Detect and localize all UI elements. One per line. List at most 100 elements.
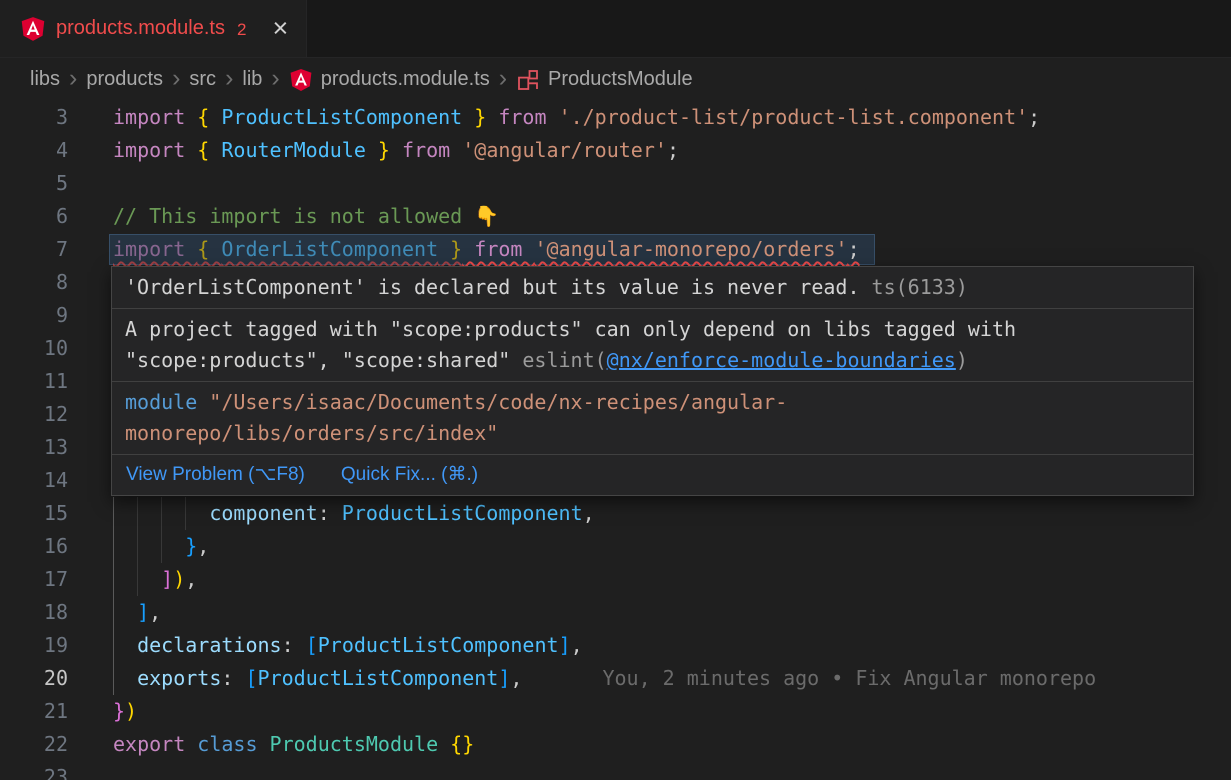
line-number[interactable]: 13 [0, 431, 68, 464]
token-id: ProductListComponent [342, 501, 583, 525]
token-pun: , [197, 534, 209, 558]
breadcrumb-item-products[interactable]: products [86, 68, 163, 91]
token-b1: } [438, 237, 462, 261]
token-id: ProductListComponent [221, 105, 462, 129]
breadcrumb-item-src[interactable]: src [189, 68, 216, 91]
code-text: exports: [ProductListComponent], [113, 666, 522, 690]
line-number[interactable]: 8 [0, 266, 68, 299]
code-line-21[interactable]: 21}) [0, 695, 1231, 728]
token-ws [113, 600, 137, 624]
breadcrumb-item-products-module-ts[interactable]: products.module.ts [289, 68, 490, 92]
code-line-23[interactable]: 23 [0, 761, 1231, 780]
line-number[interactable]: 18 [0, 596, 68, 629]
line-number[interactable]: 19 [0, 629, 68, 662]
tab-problems-badge: 2 [237, 18, 246, 40]
code-text: ]), [113, 567, 197, 591]
token-ws [113, 534, 185, 558]
line-number[interactable]: 21 [0, 695, 68, 728]
code-text: }, [113, 534, 209, 558]
line-number[interactable]: 3 [0, 101, 68, 134]
code-text: import { ProductListComponent } from './… [113, 105, 1040, 129]
code-line-7[interactable]: 7import { OrderListComponent } from '@an… [0, 233, 1231, 266]
token-b1: ) [125, 699, 137, 723]
breadcrumb-item-lib[interactable]: lib [242, 68, 262, 91]
line-number[interactable]: 9 [0, 299, 68, 332]
code-line-18[interactable]: 18 ], [0, 596, 1231, 629]
code-line-17[interactable]: 17 ]), [0, 563, 1231, 596]
code-line-5[interactable]: 5 [0, 167, 1231, 200]
token-b1: { [197, 237, 221, 261]
token-b1: } [462, 105, 486, 129]
code-line-16[interactable]: 16 }, [0, 530, 1231, 563]
view-problem-action[interactable]: View Problem (⌥F8) [126, 463, 305, 487]
chevron-right-icon: › [499, 66, 507, 94]
quick-fix-action[interactable]: Quick Fix... (⌘.) [341, 463, 478, 487]
close-icon[interactable]: × [272, 15, 288, 42]
token-pun: : [221, 666, 245, 690]
code-line-3[interactable]: 3 import { ProductListComponent } from '.… [0, 101, 1231, 134]
token-b1: {} [450, 732, 474, 756]
token-b2: ] [161, 567, 173, 591]
line-number[interactable]: 15 [0, 497, 68, 530]
line-number[interactable]: 23 [0, 761, 68, 780]
token-str: '@angular/router' [462, 138, 667, 162]
token-b3: [ [245, 666, 257, 690]
token-kw: import [113, 138, 197, 162]
breadcrumb-label: lib [242, 68, 262, 91]
code-text: import { RouterModule } from '@angular/r… [113, 138, 679, 162]
token-cls: ProductsModule [270, 732, 439, 756]
angular-icon [289, 68, 313, 92]
code-line-20[interactable]: 20 exports: [ProductListComponent],You, … [0, 662, 1231, 695]
code-line-4[interactable]: 4 import { RouterModule } from '@angular/… [0, 134, 1231, 167]
line-number[interactable]: 12 [0, 398, 68, 431]
code-editor[interactable]: 3 import { ProductListComponent } from '.… [0, 101, 1231, 780]
code-line-6[interactable]: 6// This import is not allowed 👇 [0, 200, 1231, 233]
tab-products-module-ts[interactable]: products.module.ts 2 × [0, 0, 307, 57]
line-number[interactable]: 14 [0, 464, 68, 497]
token-ws [113, 567, 161, 591]
line-number[interactable]: 22 [0, 728, 68, 761]
breadcrumb-label: libs [30, 68, 60, 91]
line-number[interactable]: 17 [0, 563, 68, 596]
token-pun: , [583, 501, 595, 525]
token-pun: , [185, 567, 197, 591]
line-number[interactable]: 6 [0, 200, 68, 233]
breadcrumb-item-libs[interactable]: libs [30, 68, 60, 91]
code-text: export class ProductsModule {} [113, 732, 474, 756]
token-kw: export [113, 732, 197, 756]
code-text: declarations: [ProductListComponent], [113, 633, 583, 657]
token-pun: , [149, 600, 161, 624]
token-b3: ] [559, 633, 571, 657]
code-line-19[interactable]: 19 declarations: [ProductListComponent], [0, 629, 1231, 662]
line-number[interactable]: 16 [0, 530, 68, 563]
token-kw: from [462, 237, 534, 261]
code-line-22[interactable]: 22 export class ProductsModule {} [0, 728, 1231, 761]
token-id: ProductListComponent [258, 666, 499, 690]
ts-unused-diagnostic: 'OrderListComponent' is declared but its… [112, 267, 1193, 309]
line-number[interactable]: 7 [0, 233, 68, 266]
breadcrumb-label: products.module.ts [321, 68, 490, 91]
token-pun [438, 732, 450, 756]
line-number[interactable]: 20 [0, 662, 68, 695]
breadcrumb-label: products [86, 68, 163, 91]
breadcrumb-item-productsmodule[interactable]: ProductsModule [516, 68, 693, 92]
token-prop: declarations [137, 633, 282, 657]
token-id: OrderListComponent [221, 237, 438, 261]
module-type-info: module "/Users/isaac/Documents/code/nx-r… [112, 382, 1193, 455]
line-number[interactable]: 4 [0, 134, 68, 167]
token-pun: ; [667, 138, 679, 162]
token-str: '@angular-monorepo/orders' [534, 237, 847, 261]
line-number[interactable]: 5 [0, 167, 68, 200]
breadcrumb-label: ProductsModule [548, 68, 693, 91]
token-b1: ) [173, 567, 185, 591]
chevron-right-icon: › [271, 66, 279, 94]
code-line-15[interactable]: 15 component: ProductListComponent, [0, 497, 1231, 530]
token-pun: : [318, 501, 342, 525]
token-b3: } [185, 534, 197, 558]
line-number[interactable]: 11 [0, 365, 68, 398]
eslint-boundary-diagnostic: A project tagged with "scope:products" c… [112, 309, 1193, 382]
eslint-rule-link[interactable]: @nx/enforce-module-boundaries [607, 348, 956, 372]
token-id: RouterModule [221, 138, 366, 162]
line-number[interactable]: 10 [0, 332, 68, 365]
token-ws [113, 633, 137, 657]
